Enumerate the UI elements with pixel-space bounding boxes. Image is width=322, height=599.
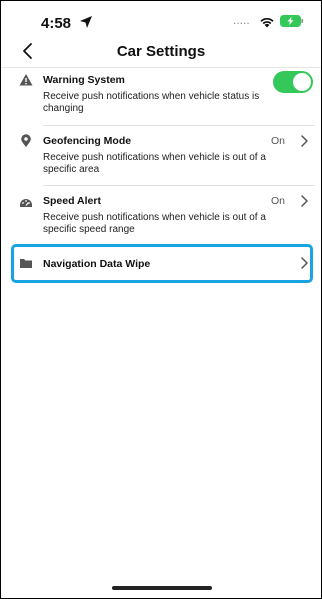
setting-row-geofencing-mode[interactable]: Geofencing Mode Receive push notificatio… (1, 132, 321, 184)
location-pin-icon (21, 134, 31, 147)
status-time: 4:58 (41, 15, 72, 32)
warning-system-toggle[interactable] (273, 71, 313, 93)
selection-highlight (11, 244, 313, 283)
setting-row-speed-alert[interactable]: Speed Alert Receive push notifications w… (1, 192, 321, 244)
setting-title: Warning System (43, 74, 125, 86)
nav-bar: Car Settings (1, 37, 321, 68)
status-bar: 4:58 ..... (1, 1, 321, 37)
signal-dots: ..... (233, 13, 250, 27)
chevron-right-icon (301, 195, 308, 207)
setting-row-warning-system: Warning System Receive push notification… (1, 71, 321, 125)
toggle-knob (293, 73, 311, 91)
setting-title: Geofencing Mode (43, 135, 132, 147)
warning-triangle-icon (19, 74, 33, 86)
setting-status: On (270, 195, 285, 207)
setting-description: Receive push notifications when vehicle … (43, 152, 266, 175)
speedometer-icon (20, 199, 32, 207)
setting-status: On (270, 135, 285, 147)
home-indicator (112, 586, 212, 590)
divider (43, 125, 315, 126)
battery-charging-icon (280, 15, 304, 27)
setting-description: Receive push notifications when vehicle … (43, 91, 260, 114)
phone-screen: 4:58 ..... Car Settings Warning System R… (0, 0, 322, 599)
setting-title: Speed Alert (43, 195, 101, 207)
page-title: Car Settings (116, 43, 206, 60)
divider (43, 185, 315, 186)
setting-description: Receive push notifications when vehicle … (43, 212, 266, 235)
wifi-icon (260, 17, 274, 28)
chevron-right-icon (301, 135, 308, 147)
location-arrow-icon (80, 16, 92, 28)
